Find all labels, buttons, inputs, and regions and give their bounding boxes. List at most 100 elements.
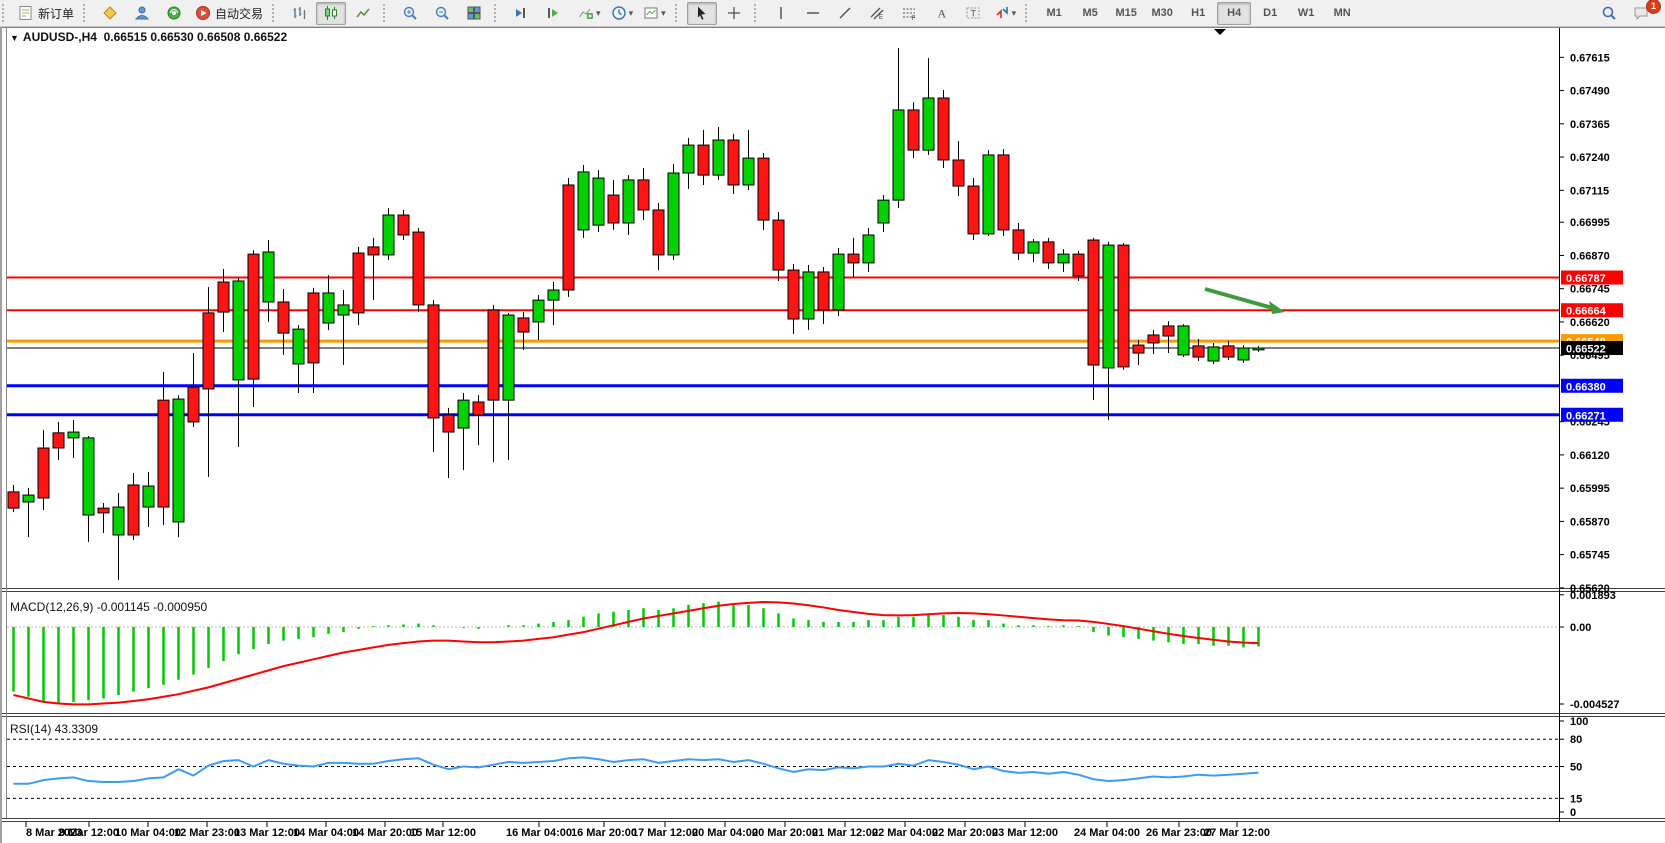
crosshair-button[interactable]: [719, 2, 749, 25]
candle[interactable]: [563, 178, 574, 297]
zoom-in-button[interactable]: [395, 2, 425, 25]
candle[interactable]: [383, 208, 394, 260]
cursor-icon: [694, 5, 710, 21]
svg-text:0.66271: 0.66271: [1566, 410, 1606, 422]
candle[interactable]: [833, 248, 844, 316]
text-label-button[interactable]: T: [958, 2, 988, 25]
price-badge: 0.66522: [1561, 341, 1623, 356]
candle[interactable]: [758, 153, 769, 230]
bar-chart-button[interactable]: [284, 2, 314, 25]
community-icon: [134, 5, 150, 21]
line-chart-button[interactable]: [348, 2, 378, 25]
scroll-to-end-button[interactable]: [506, 2, 536, 25]
timeframe-h4-button[interactable]: H4: [1217, 2, 1251, 25]
price-axis-label: 0.66995: [1570, 217, 1610, 229]
time-axis-label: 22 Mar 20:00: [932, 827, 998, 839]
candlestick-chart-button[interactable]: [316, 2, 346, 25]
rsi-axis-label: 0: [1570, 807, 1576, 819]
candle[interactable]: [1238, 345, 1249, 363]
vertical-line-icon: [773, 5, 789, 21]
chart-window[interactable]: ▼AUDUSD-,H4 0.66515 0.66530 0.66508 0.66…: [0, 26, 1665, 843]
timeframe-m5-button[interactable]: M5: [1073, 2, 1107, 25]
autotrading-button[interactable]: 自动交易: [191, 2, 267, 25]
search-button[interactable]: [1594, 2, 1624, 25]
symbol-title: ▼AUDUSD-,H4 0.66515 0.66530 0.66508 0.66…: [10, 30, 287, 44]
timeframe-m15-button[interactable]: M15: [1109, 2, 1143, 25]
periods-button[interactable]: ▾: [607, 2, 638, 25]
candle[interactable]: [593, 170, 604, 232]
symbol-dropdown-icon[interactable]: ▼: [10, 33, 19, 43]
horizontal-line-button[interactable]: [798, 2, 828, 25]
equidistant-channel-button[interactable]: E: [862, 2, 892, 25]
vertical-line-button[interactable]: [766, 2, 796, 25]
svg-text:0.66522: 0.66522: [1566, 344, 1606, 356]
trendline-button[interactable]: [830, 2, 860, 25]
candlestick-icon: [323, 5, 339, 21]
time-axis-label: 20 Mar 04:00: [692, 827, 758, 839]
text-button[interactable]: A: [926, 2, 956, 25]
candle[interactable]: [1118, 243, 1129, 370]
signals-button[interactable]: [159, 2, 189, 25]
chevron-down-icon: ▾: [1012, 8, 1017, 19]
time-axis-label: 16 Mar 20:00: [571, 827, 637, 839]
price-axis-label: 0.67490: [1570, 86, 1610, 98]
new-order-button[interactable]: 新订单: [14, 2, 78, 25]
time-axis-label: 26 Mar 23:00: [1146, 827, 1212, 839]
mql-community-button[interactable]: [127, 2, 157, 25]
chevron-down-icon: ▾: [629, 8, 634, 19]
price-badge: 0.66664: [1561, 303, 1623, 318]
chart-canvas[interactable]: 0.676150.674900.673650.672400.671150.669…: [2, 26, 1665, 843]
candle[interactable]: [173, 395, 184, 537]
timeframe-m1-button[interactable]: M1: [1037, 2, 1071, 25]
time-axis-label: 15 Mar 12:00: [410, 827, 476, 839]
clock-icon: [611, 5, 627, 21]
indicators-button[interactable]: ▾: [574, 2, 605, 25]
rsi-axis-label: 15: [1570, 793, 1582, 805]
time-axis-label: 14 Mar 04:00: [293, 827, 359, 839]
fibonacci-button[interactable]: F: [894, 2, 924, 25]
templates-button[interactable]: ▾: [639, 2, 670, 25]
candle[interactable]: [908, 102, 919, 158]
tile-windows-button[interactable]: [459, 2, 489, 25]
expert-advisors-button[interactable]: [95, 2, 125, 25]
chart-shift-button[interactable]: [538, 2, 568, 25]
price-axis-label: 0.66745: [1570, 284, 1610, 296]
candle[interactable]: [413, 228, 424, 312]
candle[interactable]: [983, 150, 994, 236]
crosshair-icon: [726, 5, 742, 21]
line-chart-icon: [355, 5, 371, 21]
rsi-axis-label: 100: [1570, 716, 1588, 728]
zoom-in-icon: [402, 5, 418, 21]
candle[interactable]: [1178, 324, 1189, 357]
search-icon: [1601, 5, 1617, 21]
text-label-icon: T: [965, 5, 981, 21]
candle[interactable]: [998, 149, 1009, 236]
candle[interactable]: [578, 165, 589, 238]
horizontal-line-icon: [805, 5, 821, 21]
time-axis-label: 23 Mar 12:00: [992, 827, 1058, 839]
timeframe-mn-button[interactable]: MN: [1325, 2, 1359, 25]
timeframe-h1-button[interactable]: H1: [1181, 2, 1215, 25]
candle[interactable]: [728, 134, 739, 194]
candle[interactable]: [968, 178, 979, 240]
toolbar-handle: [2, 4, 9, 22]
symbol-name: AUDUSD-,H4: [23, 30, 97, 44]
time-axis-label: 10 Mar 04:00: [115, 827, 181, 839]
timeframe-m30-button[interactable]: M30: [1145, 2, 1179, 25]
time-axis-label: 12 Mar 23:00: [174, 827, 240, 839]
time-axis-label: 13 Mar 12:00: [234, 827, 300, 839]
price-axis-label: 0.67240: [1570, 152, 1610, 164]
time-axis-label: 14 Mar 20:00: [352, 827, 418, 839]
zoom-out-button[interactable]: [427, 2, 457, 25]
timeframe-d1-button[interactable]: D1: [1253, 2, 1287, 25]
bar-chart-icon: [291, 5, 307, 21]
tile-windows-icon: [466, 5, 482, 21]
candle[interactable]: [938, 90, 949, 168]
timeframe-w1-button[interactable]: W1: [1289, 2, 1323, 25]
alerts-button[interactable]: 1: [1626, 2, 1656, 25]
arrows-button[interactable]: ▾: [990, 2, 1021, 25]
candle[interactable]: [668, 164, 679, 260]
cursor-button[interactable]: [687, 2, 717, 25]
autotrading-icon: [195, 5, 211, 21]
alert-count-badge: 1: [1646, 0, 1661, 14]
